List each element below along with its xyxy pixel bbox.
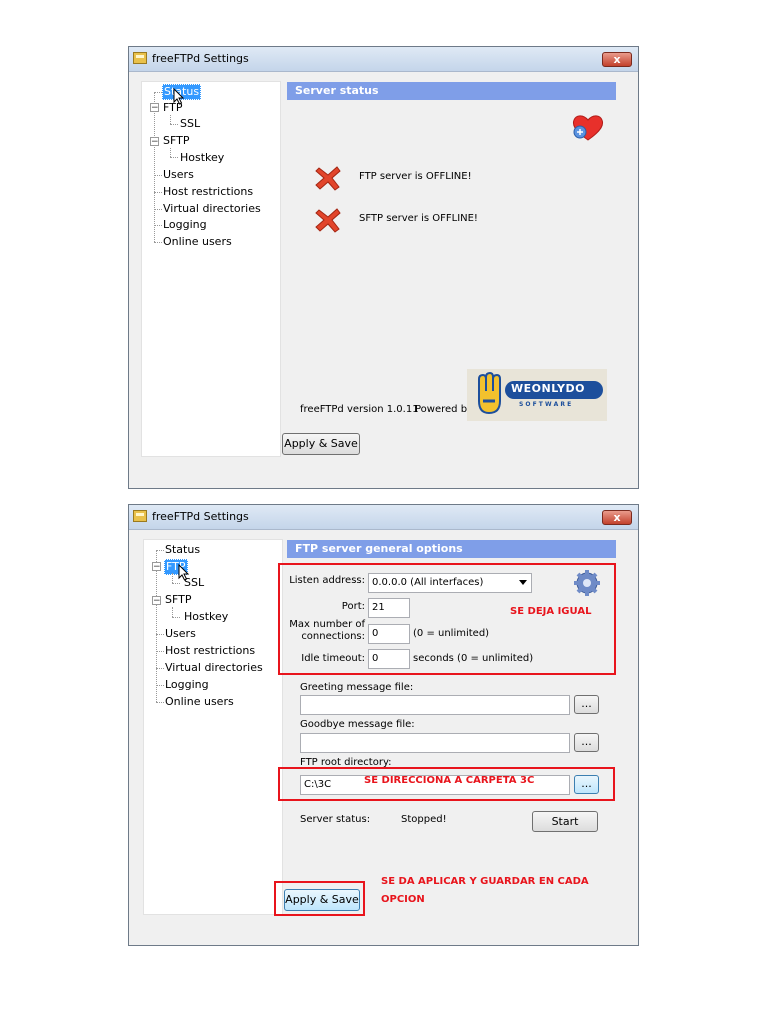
start-button[interactable]: Start <box>532 811 598 832</box>
greeting-file-input[interactable] <box>300 695 570 715</box>
settings-window-status: freeFTPd Settings x Status − FTP SSL − S… <box>128 46 639 489</box>
annotation-box-apply-save <box>274 881 365 916</box>
annotation-apply-line1: SE DA APLICAR Y GUARDAR EN CADA <box>381 876 589 887</box>
mouse-cursor-icon <box>173 88 185 105</box>
tree-item-virtual-directories[interactable]: Virtual directories <box>163 202 261 216</box>
logo-subtext: S O F T W A R E <box>519 401 572 408</box>
tree-item-sftp[interactable]: SFTP <box>163 134 189 148</box>
goodbye-browse-button[interactable]: ... <box>574 733 599 752</box>
settings-tree: Status − FTP SSL − SFTP Hostkey Users Ho… <box>141 81 281 457</box>
goodbye-file-input[interactable] <box>300 733 570 753</box>
window-title: freeFTPd Settings <box>152 52 249 65</box>
tree-item-ssl[interactable]: SSL <box>180 117 200 131</box>
collapse-sftp-icon[interactable]: − <box>152 596 161 606</box>
sftp-status-text: SFTP server is OFFLINE! <box>359 213 478 224</box>
server-status-label: Server status: <box>300 814 371 825</box>
tree-item-hostkey[interactable]: Hostkey <box>184 610 228 624</box>
tree-item-virtual-directories[interactable]: Virtual directories <box>165 661 263 675</box>
tree-item-status[interactable]: Status <box>165 543 200 557</box>
apply-save-button[interactable]: Apply & Save <box>282 433 360 455</box>
tree-item-host-restrictions[interactable]: Host restrictions <box>165 644 255 658</box>
tree-item-online-users[interactable]: Online users <box>165 695 234 709</box>
weonlydo-logo: WEONLYDO S O F T W A R E <box>467 369 607 421</box>
close-button[interactable]: x <box>602 510 632 525</box>
annotation-keep-same: SE DEJA IGUAL <box>510 606 592 617</box>
section-header: FTP server general options <box>287 540 616 558</box>
ftp-status-text: FTP server is OFFLINE! <box>359 171 472 182</box>
tree-item-hostkey[interactable]: Hostkey <box>180 151 224 165</box>
collapse-sftp-icon[interactable]: − <box>150 137 159 147</box>
logo-wordmark: WEONLYDO <box>511 382 585 395</box>
window-title: freeFTPd Settings <box>152 510 249 523</box>
settings-tree: Status − FTP SSL − SFTP Hostkey Users Ho… <box>143 539 283 915</box>
app-icon <box>133 510 147 522</box>
sftp-offline-x-icon <box>315 208 341 233</box>
greeting-file-label: Greeting message file: <box>300 682 414 693</box>
powered-by-text: Powered by <box>415 404 473 415</box>
greeting-browse-button[interactable]: ... <box>574 695 599 714</box>
ftp-offline-x-icon <box>315 166 341 191</box>
close-button[interactable]: x <box>602 52 632 67</box>
version-text: freeFTPd version 1.0.11 <box>300 404 419 415</box>
annotation-apply-line2: OPCION <box>381 894 425 905</box>
tree-item-sftp[interactable]: SFTP <box>165 593 191 607</box>
heart-support-icon <box>572 115 604 141</box>
annotation-root-folder: SE DIRECCIONA A CARPETA 3C <box>364 775 535 786</box>
tree-item-logging[interactable]: Logging <box>165 678 209 692</box>
title-bar: freeFTPd Settings x <box>129 47 638 72</box>
collapse-ftp-icon[interactable]: − <box>150 103 159 113</box>
tree-item-online-users[interactable]: Online users <box>163 235 232 249</box>
mouse-cursor-icon <box>178 564 190 581</box>
tree-item-users[interactable]: Users <box>165 627 196 641</box>
collapse-ftp-icon[interactable]: − <box>152 562 161 572</box>
app-icon <box>133 52 147 64</box>
tree-item-logging[interactable]: Logging <box>163 218 207 232</box>
tree-item-users[interactable]: Users <box>163 168 194 182</box>
section-header: Server status <box>287 82 616 100</box>
title-bar: freeFTPd Settings x <box>129 505 638 530</box>
server-status-value: Stopped! <box>401 814 447 825</box>
goodbye-file-label: Goodbye message file: <box>300 719 415 730</box>
tree-item-host-restrictions[interactable]: Host restrictions <box>163 185 253 199</box>
